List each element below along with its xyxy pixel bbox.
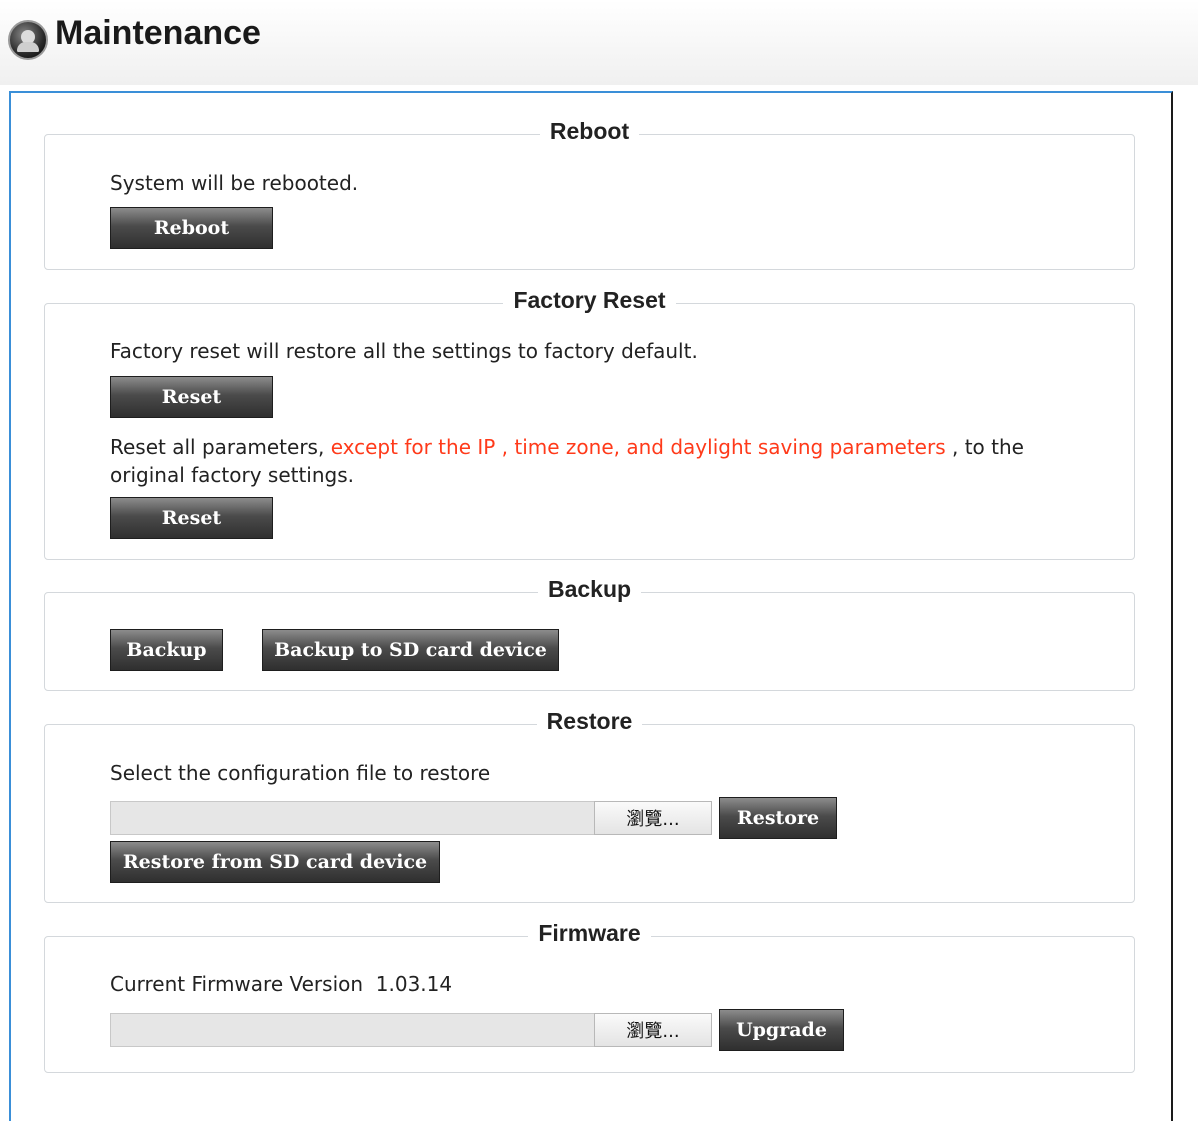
factory-reset-button[interactable]: Reset (110, 376, 273, 418)
restore-browse-button[interactable]: 瀏覽... (594, 801, 712, 835)
partial-reset-text-highlight: except for the IP , time zone, and dayli… (330, 435, 946, 459)
partial-reset-text-line2: original factory settings. (110, 463, 355, 487)
partial-reset-text-after: , to the (945, 435, 1024, 459)
partial-reset-button[interactable]: Reset (110, 497, 273, 539)
restore-description: Select the configuration file to restore (110, 761, 491, 785)
backup-legend: Backup (537, 576, 642, 602)
restore-button[interactable]: Restore (719, 797, 837, 839)
restore-sd-button[interactable]: Restore from SD card device (110, 841, 440, 883)
reboot-section: Reboot (44, 118, 1135, 270)
factory-reset-description: Factory reset will restore all the setti… (110, 339, 698, 363)
partial-reset-text-before: Reset all parameters, (110, 435, 331, 459)
firmware-legend: Firmware (528, 920, 651, 946)
backup-button[interactable]: Backup (110, 629, 223, 671)
user-icon (8, 20, 48, 60)
factory-reset-legend: Factory Reset (503, 287, 676, 313)
reboot-button[interactable]: Reboot (110, 207, 273, 249)
firmware-file-input[interactable]: 瀏覽... (110, 1013, 712, 1047)
firmware-version-value: 1.03.14 (375, 972, 453, 996)
firmware-section: Firmware (44, 920, 1135, 1073)
firmware-version-label: Current Firmware Version (110, 972, 364, 996)
reboot-legend: Reboot (539, 118, 640, 144)
reboot-description: System will be rebooted. (110, 171, 359, 195)
page-header: Maintenance (0, 0, 1198, 85)
page-title: Maintenance (55, 14, 261, 52)
partial-reset-description: Reset all parameters, except for the IP … (110, 433, 1024, 489)
restore-legend: Restore (536, 708, 643, 734)
firmware-browse-button[interactable]: 瀏覽... (594, 1013, 712, 1047)
firmware-version-line: Current Firmware Version 1.03.14 (110, 972, 452, 996)
restore-file-input[interactable]: 瀏覽... (110, 801, 712, 835)
upgrade-button[interactable]: Upgrade (719, 1009, 844, 1051)
backup-sd-button[interactable]: Backup to SD card device (262, 629, 559, 671)
